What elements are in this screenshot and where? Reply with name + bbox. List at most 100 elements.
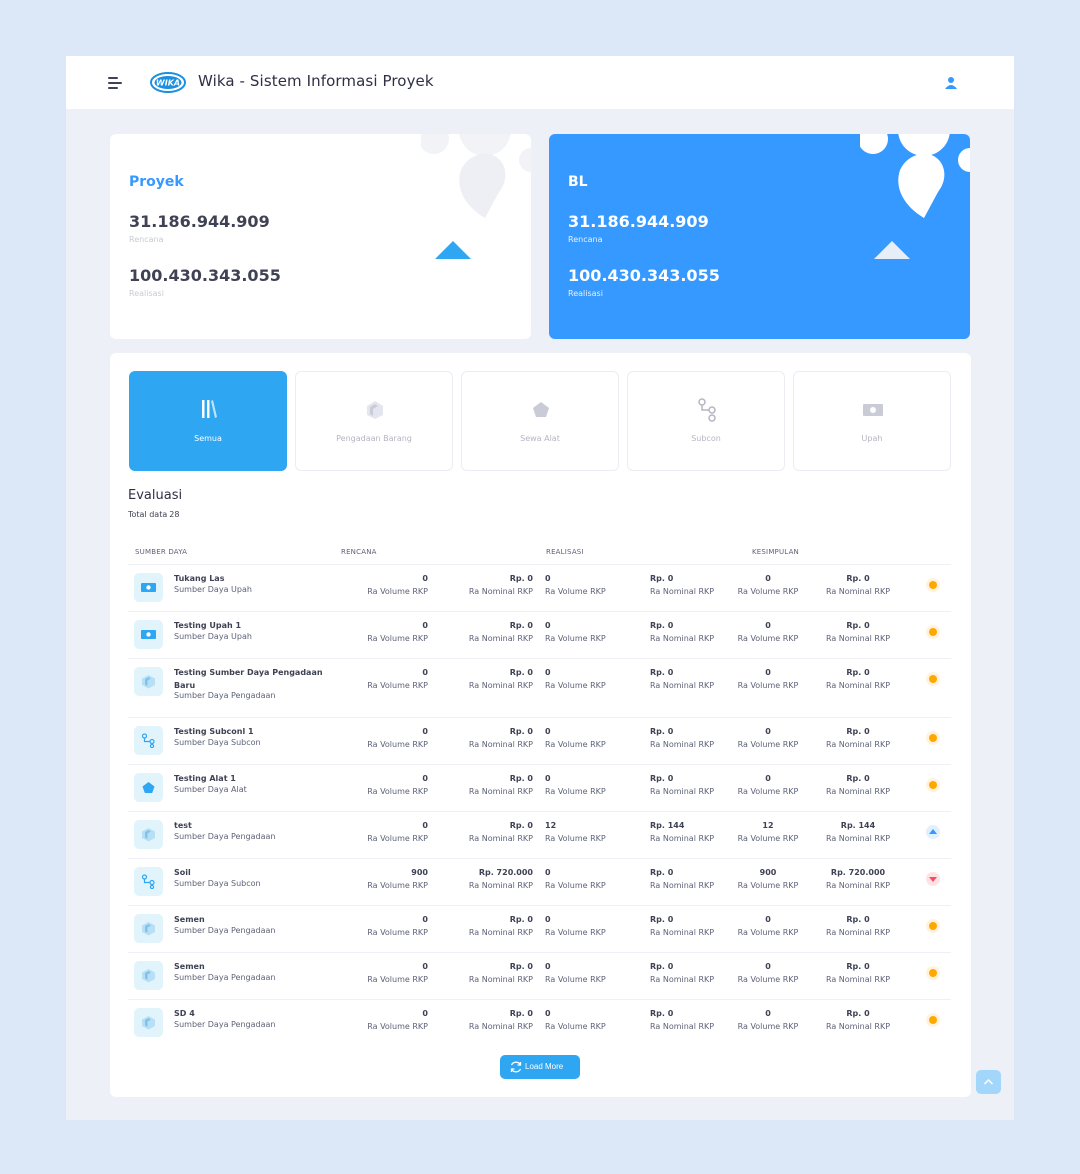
resource-type: Sumber Daya Pengadaan: [174, 832, 276, 841]
rencana-nominal: Rp. 0 Ra Nominal RKP: [468, 821, 533, 843]
resource-name: Testing Sumber Daya Pengadaan Baru: [174, 668, 323, 690]
rencana-value: 31.186.944.909: [129, 212, 270, 231]
tab-label: Upah: [861, 434, 883, 443]
status-indicator: [926, 578, 940, 592]
status-indicator: [926, 872, 940, 886]
tab-upah[interactable]: Upah: [793, 371, 951, 471]
table-row[interactable]: Semen Sumber Daya Pengadaan 0 Ra Volume RKP…: [128, 905, 951, 952]
table-row[interactable]: Testing Upah 1 Sumber Daya Upah 0 Ra Volume…: [128, 611, 951, 658]
load-more-button[interactable]: Load More: [500, 1055, 580, 1079]
resource-type-icon: [134, 961, 163, 990]
kesimpulan-nominal: Rp. 0 Ra Nominal RKP: [825, 574, 891, 596]
kesimpulan-nominal: Rp. 0 Ra Nominal RKP: [825, 668, 891, 690]
resource-type: Sumber Daya Pengadaan: [174, 973, 276, 982]
status-indicator: [926, 966, 940, 980]
card-title: BL: [568, 174, 588, 190]
column-header-rencana: RENCANA: [341, 548, 377, 556]
tab-sewa-alat[interactable]: Sewa Alat: [461, 371, 619, 471]
rencana-volume: 0 Ra Volume RKP: [367, 621, 428, 643]
money-icon: [141, 583, 156, 592]
realisasi-value: 100.430.343.055: [129, 266, 281, 285]
realisasi-volume: 0 Ra Volume RKP: [545, 727, 606, 749]
library-icon: [202, 400, 217, 418]
rencana-volume: 0 Ra Volume RKP: [367, 962, 428, 984]
bl-card: BL 31.186.944.909 Rencana 100.430.343.05…: [549, 134, 970, 339]
pentagon-icon: [533, 402, 549, 417]
pentagon-icon: [142, 782, 155, 793]
realisasi-volume: 0 Ra Volume RKP: [545, 962, 606, 984]
evaluation-panel: Semua Pengadaan Barang Sewa Alat Subcon: [110, 353, 971, 1097]
realisasi-value: 100.430.343.055: [568, 266, 720, 285]
status-indicator: [926, 778, 940, 792]
table-row[interactable]: test Sumber Daya Pengadaan 0 Ra Volume RKP R…: [128, 811, 951, 858]
table-row[interactable]: Testing Sumber Daya Pengadaan Baru Sumber…: [128, 658, 951, 717]
trend-up-icon: [435, 241, 471, 259]
realisasi-volume: 12 Ra Volume RKP: [545, 821, 606, 843]
status-indicator: [926, 825, 940, 839]
rencana-volume: 0 Ra Volume RKP: [367, 774, 428, 796]
realisasi-volume: 0 Ra Volume RKP: [545, 668, 606, 690]
resource-name: SD 4: [174, 1009, 195, 1018]
table-row[interactable]: Testing Subconl 1 Sumber Daya Subcon 0 Ra V…: [128, 717, 951, 764]
kesimpulan-volume: 0 Ra Volume RKP: [737, 962, 799, 984]
card-title: Proyek: [129, 174, 184, 190]
rencana-nominal: Rp. 720.000 Ra Nominal RKP: [468, 868, 533, 890]
kesimpulan-volume: 12 Ra Volume RKP: [737, 821, 799, 843]
kesimpulan-nominal: Rp. 0 Ra Nominal RKP: [825, 774, 891, 796]
load-more-label: Load More: [525, 1062, 564, 1071]
tab-pengadaan-barang[interactable]: Pengadaan Barang: [295, 371, 453, 471]
rencana-volume: 0 Ra Volume RKP: [367, 915, 428, 937]
top-bar: WIKA Wika - Sistem Informasi Proyek: [66, 56, 1014, 109]
resource-type-icon: [134, 820, 163, 849]
kesimpulan-volume: 0 Ra Volume RKP: [737, 621, 799, 643]
table-row[interactable]: Testing Alat 1 Sumber Daya Alat 0 Ra Volume…: [128, 764, 951, 811]
column-header-realisasi: REALISASI: [546, 548, 584, 556]
tab-subcon[interactable]: Subcon: [627, 371, 785, 471]
kesimpulan-nominal: Rp. 0 Ra Nominal RKP: [825, 1009, 891, 1031]
kesimpulan-nominal: Rp. 720.000 Ra Nominal RKP: [825, 868, 891, 890]
proyek-card: Proyek 31.186.944.909 Rencana 100.430.34…: [110, 134, 531, 339]
resource-type: Sumber Daya Upah: [174, 585, 252, 594]
resource-type: Sumber Daya Pengadaan: [174, 1020, 276, 1029]
user-icon[interactable]: [944, 75, 958, 91]
rencana-volume: 0 Ra Volume RKP: [367, 727, 428, 749]
realisasi-volume: 0 Ra Volume RKP: [545, 1009, 606, 1031]
table-row[interactable]: Soil Sumber Daya Subcon 900 Ra Volume RKP Rp…: [128, 858, 951, 905]
wika-logo: WIKA: [150, 72, 186, 93]
kesimpulan-volume: 0 Ra Volume RKP: [737, 727, 799, 749]
rencana-nominal: Rp. 0 Ra Nominal RKP: [468, 621, 533, 643]
table-row[interactable]: Tukang Las Sumber Daya Upah 0 Ra Volume RKP…: [128, 564, 951, 611]
rencana-nominal: Rp. 0 Ra Nominal RKP: [468, 774, 533, 796]
resource-type: Sumber Daya Subcon: [174, 738, 261, 747]
table-row[interactable]: SD 4 Sumber Daya Pengadaan 0 Ra Volume RKP R…: [128, 999, 951, 1046]
realisasi-label: Realisasi: [568, 289, 603, 298]
app-title: Wika - Sistem Informasi Proyek: [198, 72, 434, 90]
kesimpulan-nominal: Rp. 0 Ra Nominal RKP: [825, 727, 891, 749]
rencana-volume: 0 Ra Volume RKP: [367, 668, 428, 690]
scroll-top-button[interactable]: [976, 1070, 1001, 1094]
column-header-sumber-daya: SUMBER DAYA: [135, 548, 188, 556]
tab-label: Pengadaan Barang: [336, 434, 412, 443]
box-icon: [142, 675, 155, 689]
status-indicator: [926, 1013, 940, 1027]
rencana-nominal: Rp. 0 Ra Nominal RKP: [468, 915, 533, 937]
box-icon: [142, 922, 155, 936]
resource-type-icon: [134, 773, 163, 802]
tab-semua[interactable]: Semua: [129, 371, 287, 471]
resource-type: Sumber Daya Pengadaan: [174, 691, 276, 700]
kesimpulan-volume: 0 Ra Volume RKP: [737, 574, 799, 596]
rencana-nominal: Rp. 0 Ra Nominal RKP: [468, 668, 533, 690]
rencana-label: Rencana: [129, 235, 164, 244]
status-indicator: [926, 625, 940, 639]
tab-label: Subcon: [691, 434, 721, 443]
kesimpulan-nominal: Rp. 144 Ra Nominal RKP: [825, 821, 891, 843]
box-icon: [142, 1016, 155, 1030]
menu-icon[interactable]: [108, 77, 124, 89]
box-icon: [142, 828, 155, 842]
realisasi-label: Realisasi: [129, 289, 164, 298]
resource-type: Sumber Daya Upah: [174, 632, 252, 641]
table-row[interactable]: Semen Sumber Daya Pengadaan 0 Ra Volume RKP…: [128, 952, 951, 999]
decoration-shapes: [421, 134, 531, 218]
resource-type-icon: [134, 620, 163, 649]
resource-type-icon: [134, 667, 163, 696]
